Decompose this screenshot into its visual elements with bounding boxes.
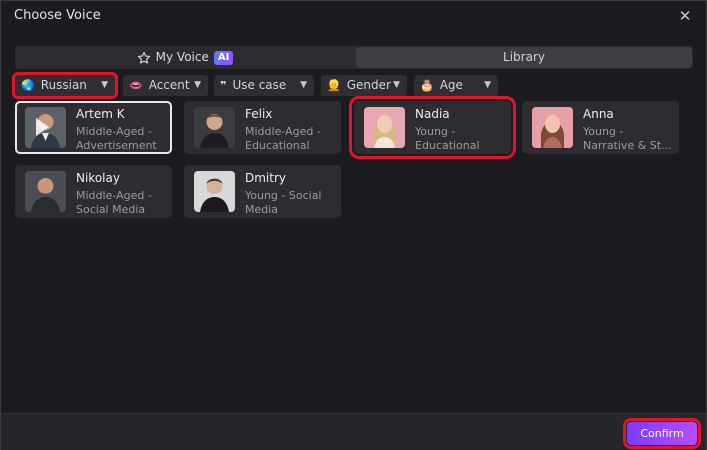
chevron-down-icon: ▼ [194, 80, 201, 90]
age-dropdown[interactable]: 🎂 Age ▼ [414, 75, 498, 96]
voice-description-line: Young - [415, 125, 456, 138]
globe-icon: 🌏 [21, 79, 35, 92]
avatar [532, 107, 573, 148]
voice-card-artem-k[interactable]: Artem K Middle-Aged - Advertisement [15, 101, 172, 154]
voice-card-anna[interactable]: Anna Young - Narrative & St... [522, 101, 679, 154]
avatar [25, 171, 66, 212]
ai-badge: AI [213, 50, 234, 65]
voice-card-nikolay[interactable]: Nikolay Middle-Aged - Social Media [15, 165, 172, 218]
voice-description-line: Social Media [76, 203, 146, 216]
voice-description-line: Middle-Aged - [76, 125, 152, 138]
voice-description-line: Educational [415, 139, 480, 152]
avatar [194, 107, 235, 148]
chevron-down-icon: ▼ [484, 80, 491, 90]
voice-description: Young - Social Media [245, 189, 337, 217]
chevron-down-icon: ▼ [101, 80, 108, 90]
chevron-down-icon: ▼ [393, 80, 400, 90]
voice-description-line: Young - [583, 125, 624, 138]
use-case-dropdown-label: Use case [232, 78, 287, 92]
voice-card-dmitry[interactable]: Dmitry Young - Social Media [184, 165, 341, 218]
confirm-button[interactable]: Confirm [623, 418, 701, 449]
voice-description-line: Young - Social [245, 189, 322, 202]
tab-my-voice-label: My Voice [155, 50, 209, 64]
lips-icon: 👄 [129, 79, 143, 92]
voice-description-line: Middle-Aged - [245, 125, 321, 138]
tab-my-voice[interactable]: My Voice AI [15, 46, 355, 69]
voice-name: Nadia [415, 107, 450, 121]
voice-description-line: Middle-Aged - [76, 189, 152, 202]
use-case-dropdown[interactable]: ❞ Use case ▼ [214, 75, 314, 96]
tab-library[interactable]: Library [356, 47, 692, 68]
voice-name: Nikolay [76, 171, 120, 185]
voice-name: Felix [245, 107, 273, 121]
voice-description: Middle-Aged - Educational [245, 125, 337, 153]
gender-dropdown-label: Gender [346, 78, 391, 92]
voice-card-nadia[interactable]: Nadia Young - Educational [349, 96, 516, 159]
chevron-down-icon: ▼ [300, 80, 307, 90]
language-dropdown[interactable]: 🌏 Russian ▼ [12, 72, 118, 99]
avatar [194, 171, 235, 212]
voice-source-tabs: My Voice AI Library [15, 46, 693, 69]
voice-description-line: Advertisement [76, 139, 157, 152]
close-icon[interactable]: ✕ [676, 7, 694, 25]
cake-icon: 🎂 [420, 79, 434, 92]
voice-card-felix[interactable]: Felix Middle-Aged - Educational [184, 101, 341, 154]
voice-name: Anna [583, 107, 614, 121]
voice-description-line: Educational [245, 139, 310, 152]
star-icon [137, 51, 150, 64]
accent-dropdown-label: Accent [148, 78, 190, 92]
voice-name: Artem K [76, 107, 125, 121]
play-icon[interactable] [36, 118, 49, 136]
gender-dropdown[interactable]: 👱 Gender ▼ [321, 75, 407, 96]
avatar [364, 107, 405, 148]
dialog-footer: Confirm [1, 413, 706, 450]
person-icon: 👱 [327, 79, 341, 92]
choose-voice-dialog: Choose Voice ✕ My Voice AI Library 🌏 Rus… [0, 0, 707, 450]
voice-description-line: Media [245, 203, 279, 216]
voice-description-line: Narrative & St... [583, 139, 672, 152]
accent-dropdown[interactable]: 👄 Accent ▼ [123, 75, 208, 96]
voice-description: Middle-Aged - Social Media [76, 189, 168, 217]
age-dropdown-label: Age [439, 78, 463, 92]
avatar [25, 107, 66, 148]
quote-icon: ❞ [220, 79, 227, 92]
voice-name: Dmitry [245, 171, 287, 185]
title-bar: Choose Voice ✕ [1, 1, 706, 33]
voice-description: Young - Educational [415, 125, 507, 153]
dialog-title: Choose Voice [14, 8, 101, 23]
voice-description: Middle-Aged - Advertisement [76, 125, 168, 153]
language-dropdown-label: Russian [40, 78, 87, 92]
voice-description: Young - Narrative & St... [583, 125, 675, 153]
